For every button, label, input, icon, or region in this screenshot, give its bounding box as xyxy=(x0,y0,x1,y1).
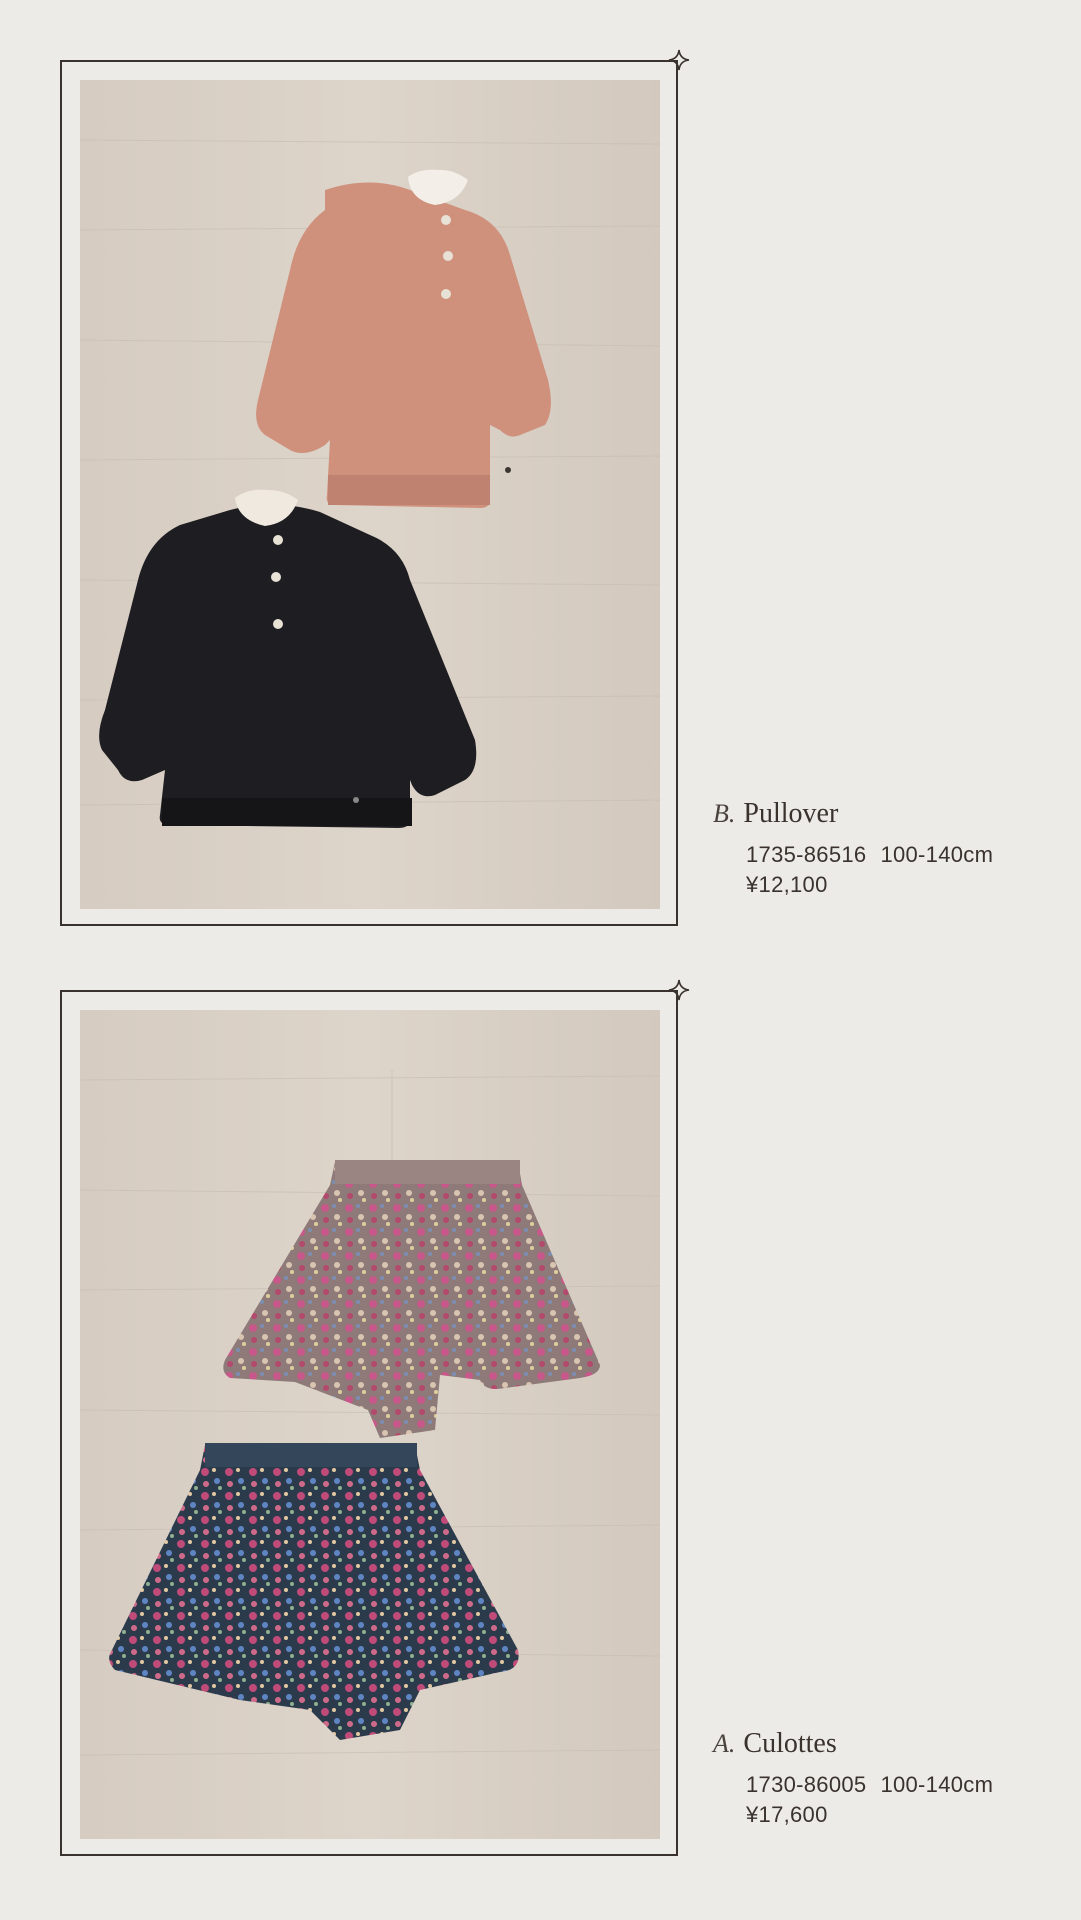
product-code: 1730-86005 xyxy=(746,1772,867,1797)
product-sizes: 100-140cm xyxy=(880,842,994,867)
product-price: ¥17,600 xyxy=(746,1802,828,1827)
product-sizes: 100-140cm xyxy=(880,1772,994,1797)
product-code-line: 1735-86516 100-140cm xyxy=(746,840,993,870)
product-name: Culottes xyxy=(743,1728,837,1759)
product-letter: A. xyxy=(713,1729,736,1758)
sparkle-icon xyxy=(668,49,690,71)
product-photo-pullover[interactable] xyxy=(80,80,660,909)
sparkle-icon xyxy=(668,979,690,1001)
product-caption: A. Culottes 1730-86005 100-140cm ¥17,600 xyxy=(713,1724,993,1830)
product-card-pullover: B. Pullover 1735-86516 100-140cm ¥12,100 xyxy=(0,0,1081,930)
product-code: 1735-86516 xyxy=(746,842,867,867)
product-name: Pullover xyxy=(743,798,839,829)
product-photo-culottes[interactable] xyxy=(80,1010,660,1839)
product-card-culottes: A. Culottes 1730-86005 100-140cm ¥17,600 xyxy=(0,930,1081,1860)
product-title: B. Pullover xyxy=(713,794,993,834)
product-price: ¥12,100 xyxy=(746,872,828,897)
product-title: A. Culottes xyxy=(713,1724,993,1764)
product-code-line: 1730-86005 100-140cm xyxy=(746,1770,993,1800)
product-caption: B. Pullover 1735-86516 100-140cm ¥12,100 xyxy=(713,794,993,900)
product-letter: B. xyxy=(713,799,736,828)
